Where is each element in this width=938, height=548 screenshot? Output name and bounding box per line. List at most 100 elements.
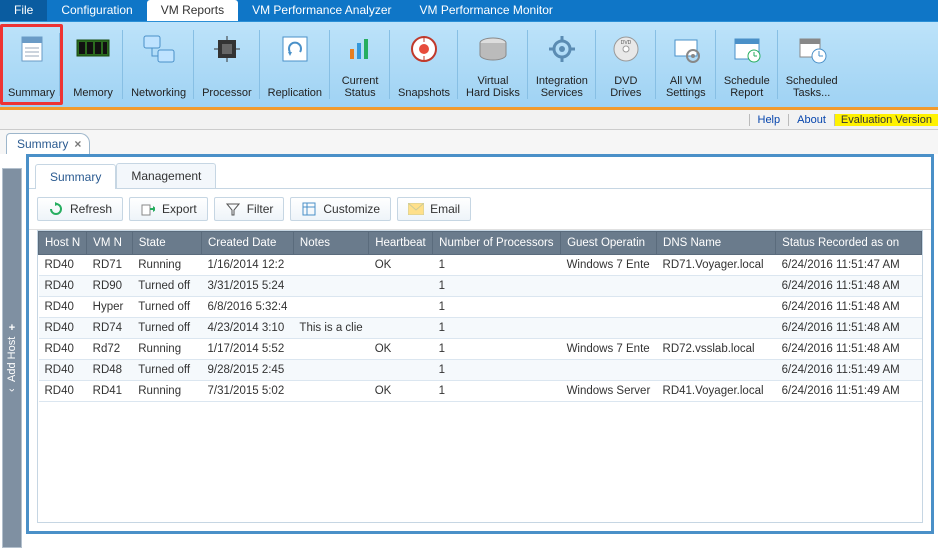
cell-created: 6/8/2016 5:32:4 — [201, 297, 293, 318]
close-icon[interactable]: × — [74, 137, 81, 151]
schedule-report-icon — [730, 32, 764, 66]
cell-procs: 1 — [433, 339, 561, 360]
main-panel: Summary Management Refresh Export Filter… — [26, 154, 934, 534]
refresh-label: Refresh — [70, 202, 112, 216]
cell-created: 9/28/2015 2:45 — [201, 360, 293, 381]
subtab-management[interactable]: Management — [116, 163, 216, 188]
cell-procs: 1 — [433, 255, 561, 276]
cell-procs: 1 — [433, 318, 561, 339]
col-created[interactable]: Created Date — [201, 232, 293, 255]
ribbon-schedule-report[interactable]: Schedule Report — [716, 24, 778, 105]
cell-dns — [657, 360, 776, 381]
replication-icon — [278, 32, 312, 66]
email-icon — [408, 201, 424, 217]
ribbon-virtual-hard-disks[interactable]: Virtual Hard Disks — [458, 24, 528, 105]
table-row[interactable]: RD40RD90Turned off3/31/2015 5:2416/24/20… — [39, 276, 922, 297]
ribbon-current-status[interactable]: Current Status — [330, 24, 390, 105]
ribbon-summary[interactable]: Summary — [0, 24, 63, 105]
cell-state: Running — [132, 255, 201, 276]
help-link[interactable]: Help — [749, 114, 789, 126]
table-row[interactable]: RD40Rd72Running1/17/2014 5:52OK1Windows … — [39, 339, 922, 360]
cell-host: RD40 — [39, 297, 87, 318]
table-row[interactable]: RD40RD48Turned off9/28/2015 2:4516/24/20… — [39, 360, 922, 381]
cell-dns — [657, 318, 776, 339]
cell-heartbeat: OK — [369, 339, 433, 360]
col-notes[interactable]: Notes — [293, 232, 368, 255]
about-link[interactable]: About — [788, 114, 834, 126]
ribbon-integration-services-label: Integration Services — [536, 75, 588, 99]
plus-icon: + — [9, 322, 15, 334]
networking-icon — [142, 32, 176, 66]
customize-label: Customize — [323, 202, 380, 216]
subtab-summary[interactable]: Summary — [35, 164, 116, 189]
ribbon-scheduled-tasks[interactable]: Scheduled Tasks... — [778, 24, 846, 105]
menu-configuration[interactable]: Configuration — [47, 0, 146, 21]
ribbon-processor[interactable]: Processor — [194, 24, 260, 105]
ribbon-dvd-drives[interactable]: DVD DVD Drives — [596, 24, 656, 105]
ribbon-memory[interactable]: Memory — [63, 24, 123, 105]
cell-heartbeat: OK — [369, 381, 433, 402]
cell-vm: Rd72 — [87, 339, 133, 360]
col-vm[interactable]: VM N — [87, 232, 133, 255]
col-host[interactable]: Host N — [39, 232, 87, 255]
cell-state: Turned off — [132, 360, 201, 381]
cell-status: 6/24/2016 11:51:48 AM — [776, 276, 922, 297]
cell-notes — [293, 360, 368, 381]
filter-button[interactable]: Filter — [214, 197, 285, 221]
table-row[interactable]: RD40RD71Running1/16/2014 12:2OK1Windows … — [39, 255, 922, 276]
ribbon-snapshots[interactable]: Snapshots — [390, 24, 458, 105]
col-state[interactable]: State — [132, 232, 201, 255]
cell-status: 6/24/2016 11:51:48 AM — [776, 318, 922, 339]
data-grid[interactable]: Host N VM N State Created Date Notes Hea… — [37, 230, 923, 523]
evaluation-badge: Evaluation Version — [834, 114, 938, 126]
toolbar: Refresh Export Filter Customize Email — [29, 189, 931, 230]
cell-vm: RD71 — [87, 255, 133, 276]
cell-notes — [293, 255, 368, 276]
refresh-icon — [48, 201, 64, 217]
customize-button[interactable]: Customize — [290, 197, 391, 221]
table-row[interactable]: RD40RD41Running7/31/2015 5:02OK1Windows … — [39, 381, 922, 402]
menu-vm-performance-monitor[interactable]: VM Performance Monitor — [405, 0, 566, 21]
svg-text:DVD: DVD — [621, 40, 632, 46]
export-label: Export — [162, 202, 197, 216]
export-button[interactable]: Export — [129, 197, 208, 221]
ribbon: Summary Memory Networking Processor Repl… — [0, 22, 938, 110]
email-button[interactable]: Email — [397, 197, 471, 221]
col-processors[interactable]: Number of Processors — [433, 232, 561, 255]
table-row[interactable]: RD40HyperTurned off6/8/2016 5:32:416/24/… — [39, 297, 922, 318]
ribbon-summary-label: Summary — [8, 87, 55, 99]
ribbon-memory-label: Memory — [73, 87, 113, 99]
ribbon-all-vm-settings-label: All VM Settings — [666, 75, 706, 99]
col-heartbeat[interactable]: Heartbeat — [369, 232, 433, 255]
cell-notes — [293, 339, 368, 360]
settings-icon — [669, 32, 703, 66]
ribbon-current-status-label: Current Status — [342, 75, 379, 99]
table-row[interactable]: RD40RD74Turned off4/23/2014 3:10This is … — [39, 318, 922, 339]
col-dns[interactable]: DNS Name — [657, 232, 776, 255]
col-guest-os[interactable]: Guest Operatin — [561, 232, 657, 255]
tab-summary[interactable]: Summary × — [6, 133, 90, 154]
menu-vm-reports[interactable]: VM Reports — [147, 0, 238, 21]
ribbon-all-vm-settings[interactable]: All VM Settings — [656, 24, 716, 105]
ribbon-replication[interactable]: Replication — [260, 24, 330, 105]
cell-status: 6/24/2016 11:51:49 AM — [776, 381, 922, 402]
cell-notes — [293, 297, 368, 318]
export-icon — [140, 201, 156, 217]
menu-file[interactable]: File — [0, 0, 47, 21]
menu-vm-performance-analyzer[interactable]: VM Performance Analyzer — [238, 0, 405, 21]
ribbon-networking[interactable]: Networking — [123, 24, 194, 105]
cell-created: 4/23/2014 3:10 — [201, 318, 293, 339]
cell-host: RD40 — [39, 360, 87, 381]
gear-icon — [545, 32, 579, 66]
cell-host: RD40 — [39, 255, 87, 276]
ribbon-scheduled-tasks-label: Scheduled Tasks... — [786, 75, 838, 99]
ribbon-dvd-drives-label: DVD Drives — [610, 75, 641, 99]
calendar-clock-icon — [795, 32, 829, 66]
cell-state: Running — [132, 339, 201, 360]
add-host-sidebar[interactable]: ‹ Add Host + — [2, 168, 22, 548]
col-status-time[interactable]: Status Recorded as on — [776, 232, 922, 255]
dvd-icon: DVD — [609, 32, 643, 66]
refresh-button[interactable]: Refresh — [37, 197, 123, 221]
cell-heartbeat — [369, 318, 433, 339]
ribbon-integration-services[interactable]: Integration Services — [528, 24, 596, 105]
